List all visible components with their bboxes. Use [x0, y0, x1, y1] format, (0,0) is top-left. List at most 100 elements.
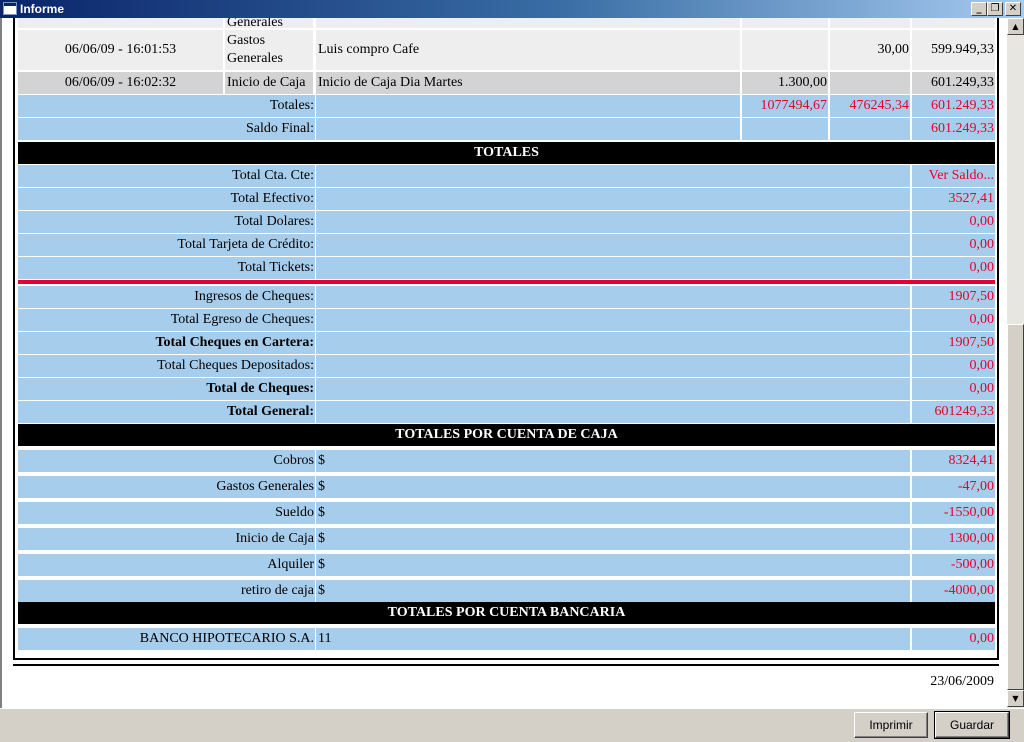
cuenta-label: retiro de caja [18, 580, 315, 602]
report-date: 23/06/2009 [930, 674, 994, 689]
scroll-up-arrow-icon[interactable]: ▲ [1007, 18, 1024, 35]
total-spacer [316, 257, 910, 279]
detail-row: 06/06/09 - 16:01:53 Gastos Generales Lui… [18, 30, 995, 70]
cuenta-label: Gastos Generales [18, 476, 315, 498]
banco-value: 0,00 [912, 628, 995, 650]
cuenta-caja-row: Gastos Generales $ -47,00 [18, 476, 995, 498]
total-value: 0,00 [912, 378, 995, 400]
cheques-row: Ingresos de Cheques: 1907,50 [18, 286, 995, 308]
total-row: Total Efectivo: 3527,41 [18, 188, 995, 210]
detail-ingreso [742, 18, 828, 28]
cuenta-label: Inicio de Caja [18, 528, 315, 550]
cuenta-currency: $ [316, 450, 910, 472]
total-value: 601249,33 [912, 401, 995, 423]
cuenta-bancaria-row: BANCO HIPOTECARIO S.A. 11 0,00 [18, 628, 995, 650]
detail-description: Inicio de Caja Dia Martes [316, 72, 740, 94]
cuenta-currency: $ [316, 580, 910, 602]
cuenta-value: -4000,00 [912, 580, 995, 602]
totales-label: Totales: [18, 95, 315, 117]
total-label: Total Efectivo: [18, 188, 315, 210]
detail-type: Gastos Generales [225, 30, 313, 70]
saldo-final-value: 601.249,33 [912, 118, 995, 140]
cuenta-value: 8324,41 [912, 450, 995, 472]
total-cta-cte-row: Total Cta. Cte: Ver Saldo... [18, 165, 995, 187]
total-spacer [316, 286, 910, 308]
total-label: Total Cheques Depositados: [18, 355, 315, 377]
total-label: Total Cta. Cte: [18, 165, 315, 187]
cuenta-caja-row: Cobros $ 8324,41 [18, 450, 995, 472]
totales-saldo: 601.249,33 [912, 95, 995, 117]
ver-saldo-link[interactable]: Ver Saldo... [912, 165, 995, 187]
cuenta-caja-header: TOTALES POR CUENTA DE CAJA [18, 424, 995, 446]
total-label: Ingresos de Cheques: [18, 286, 315, 308]
totales-egresos: 476245,34 [830, 95, 910, 117]
detail-egreso [830, 72, 910, 94]
total-label: Total de Cheques: [18, 378, 315, 400]
cuenta-currency: $ [316, 554, 910, 576]
total-row: Total Tarjeta de Crédito: 0,00 [18, 234, 995, 256]
print-button[interactable]: Imprimir [854, 712, 928, 738]
report-rule [13, 664, 999, 666]
detail-description [316, 18, 740, 28]
cheques-row: Total de Cheques: 0,00 [18, 378, 995, 400]
saldo-final-label: Saldo Final: [18, 118, 315, 140]
cheques-row: Total Egreso de Cheques: 0,00 [18, 309, 995, 331]
window-titlebar: Informe _ ❐ ✕ [0, 0, 1024, 18]
cuenta-value: -1550,00 [912, 502, 995, 524]
totales-spacer [316, 95, 740, 117]
total-label: Total General: [18, 401, 315, 423]
total-label: Total Tickets: [18, 257, 315, 279]
detail-ingreso [742, 30, 828, 70]
save-button[interactable]: Guardar [934, 711, 1010, 739]
cuenta-caja-row: Inicio de Caja $ 1300,00 [18, 528, 995, 550]
total-label: Total Tarjeta de Crédito: [18, 234, 315, 256]
detail-saldo: 599.949,33 [912, 30, 995, 70]
detail-date: 06/06/09 - 16:02:32 [18, 72, 223, 94]
total-value: 0,00 [912, 355, 995, 377]
detail-egreso: 30,00 [830, 30, 910, 70]
cuenta-currency: $ [316, 476, 910, 498]
cuenta-label: Cobros [18, 450, 315, 472]
window-title: Informe [20, 2, 65, 16]
totales-ingresos: 1077494,67 [742, 95, 828, 117]
total-value: 0,00 [912, 257, 995, 279]
total-row: Total Dolares: 0,00 [18, 211, 995, 233]
total-value: 0,00 [912, 211, 995, 233]
cheques-row: Total Cheques Depositados: 0,00 [18, 355, 995, 377]
total-row: Total Tickets: 0,00 [18, 257, 995, 279]
total-label: Total Cheques en Cartera: [18, 332, 315, 354]
detail-saldo [912, 18, 995, 28]
cuenta-currency: $ [316, 528, 910, 550]
total-spacer [316, 165, 910, 187]
scroll-thumb[interactable] [1007, 324, 1024, 690]
detail-ingreso: 1.300,00 [742, 72, 828, 94]
restore-button[interactable]: ❐ [987, 2, 1003, 16]
saldo-final-spacer [316, 118, 740, 140]
detail-type: Inicio de Caja [225, 72, 313, 94]
total-general-row: Total General: 601249,33 [18, 401, 995, 423]
button-bar: Imprimir Guardar [0, 708, 1024, 742]
cuenta-label: Sueldo [18, 502, 315, 524]
cuenta-caja-row: Alquiler $ -500,00 [18, 554, 995, 576]
detail-description: Luis compro Cafe [316, 30, 740, 70]
total-value: 0,00 [912, 234, 995, 256]
total-spacer [316, 332, 910, 354]
total-spacer [316, 234, 910, 256]
total-value: 3527,41 [912, 188, 995, 210]
scroll-down-arrow-icon[interactable]: ▼ [1007, 690, 1024, 707]
detail-row: 06/06/09 - 16:02:32 Inicio de Caja Inici… [18, 72, 995, 94]
total-spacer [316, 188, 910, 210]
cheques-row: Total Cheques en Cartera: 1907,50 [18, 332, 995, 354]
detail-row-partial: Generales [18, 18, 995, 28]
total-spacer [316, 309, 910, 331]
detail-saldo: 601.249,33 [912, 72, 995, 94]
cuenta-value: -47,00 [912, 476, 995, 498]
vertical-scrollbar[interactable]: ▲ ▼ [1007, 18, 1024, 708]
window-icon [3, 2, 17, 15]
totales-row: Totales: 1077494,67 476245,34 601.249,33 [18, 95, 995, 117]
close-button[interactable]: ✕ [1005, 2, 1021, 16]
detail-date: 06/06/09 - 16:01:53 [18, 30, 223, 70]
detail-egreso [830, 18, 910, 28]
minimize-button[interactable]: _ [971, 2, 987, 16]
total-label: Total Dolares: [18, 211, 315, 233]
